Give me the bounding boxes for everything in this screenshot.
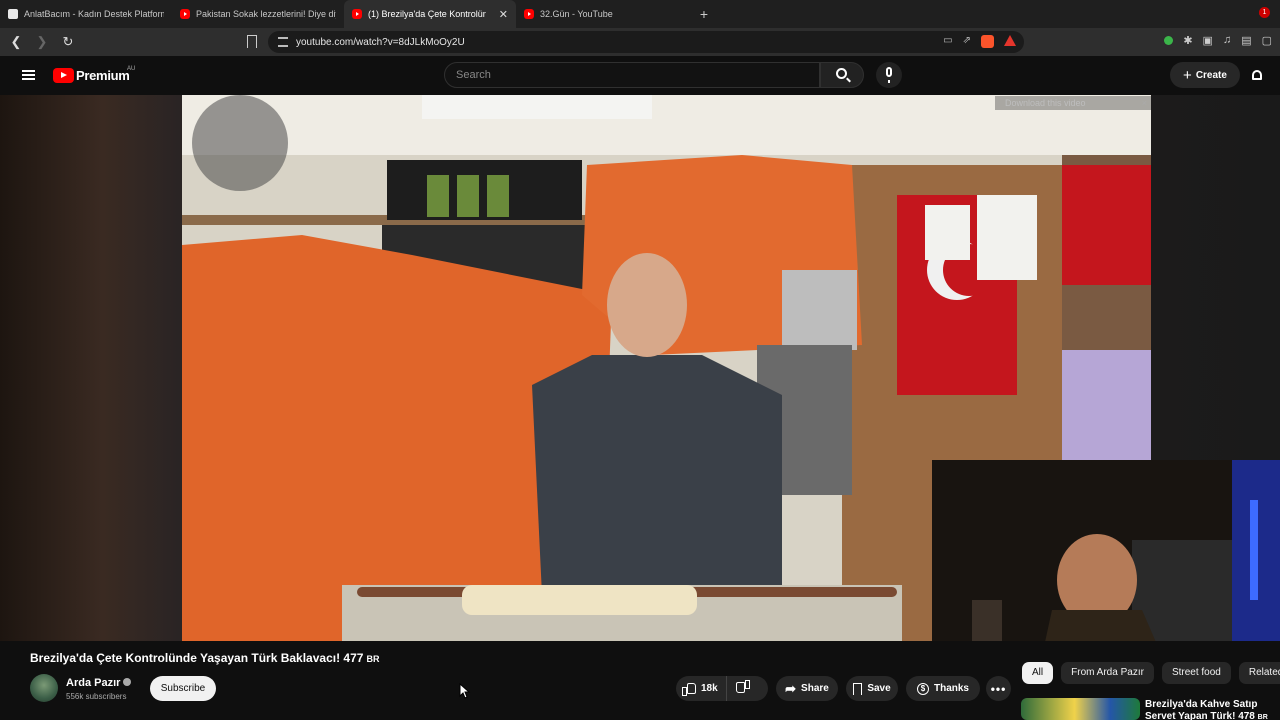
share-page-icon[interactable]: ⇗ (963, 35, 971, 48)
tab-title: Pakistan Sokak lezzetlerini! Diye diye (196, 9, 336, 19)
channel-name[interactable]: Arda Pazır (66, 677, 132, 689)
search-button[interactable] (820, 62, 864, 88)
browser-tab-active[interactable]: (1) Brezilya'da Çete Kontrolünde ✕ (344, 0, 516, 28)
subscribe-button[interactable]: Subscribe (150, 676, 216, 701)
mouse-cursor-icon (459, 683, 471, 699)
close-icon[interactable]: × (1142, 96, 1147, 110)
notifications-bell-icon[interactable] (1250, 68, 1264, 82)
tab-title: 32.Gün - YouTube (540, 9, 613, 19)
webcam-image (932, 460, 1280, 656)
brave-shields-icon[interactable] (981, 35, 994, 48)
address-bar[interactable]: youtube.com/watch?v=8dJLkMoOy2U ▭ ⇗ (268, 31, 1024, 53)
video-title: Brezilya'da Çete Kontrolünde Yaşayan Tür… (30, 651, 379, 665)
related-video-thumbnail[interactable] (1021, 698, 1140, 720)
search-input[interactable]: Search (444, 62, 820, 88)
browser-tab[interactable]: 32.Gün - YouTube (516, 0, 688, 28)
country-badge: BR (1257, 714, 1268, 720)
share-label: Share (801, 683, 829, 694)
sidebar-toggle-icon[interactable]: ▤ (1241, 34, 1251, 47)
video-title-text: Brezilya'da Çete Kontrolünde Yaşayan Tür… (30, 651, 364, 665)
bookmark-icon[interactable] (247, 35, 257, 48)
page-favicon-icon (8, 9, 18, 19)
like-count: 18k (701, 683, 718, 694)
screenshot-icon[interactable]: ▣ (1203, 34, 1213, 47)
reload-icon[interactable]: ↻ (58, 32, 78, 52)
search-icon (836, 68, 847, 79)
browser-tab[interactable]: Pakistan Sokak lezzetlerini! Diye diye (172, 0, 344, 28)
like-dislike-group: 18k (676, 676, 768, 701)
brave-rewards-icon[interactable] (1004, 35, 1016, 46)
browser-toolbar: ❮ ❯ ↻ youtube.com/watch?v=8dJLkMoOy2U ▭ … (0, 28, 1280, 56)
youtube-logo-icon[interactable] (53, 68, 74, 83)
more-actions-button[interactable]: ••• (986, 676, 1011, 701)
save-label: Save (867, 683, 891, 694)
cast-icon[interactable]: ▭ (943, 35, 952, 48)
youtube-favicon-icon (352, 9, 362, 19)
channel-name-text: Arda Pazır (66, 677, 121, 689)
youtube-favicon-icon (524, 9, 534, 19)
region-code: AU (127, 66, 136, 72)
thumbs-down-icon (737, 682, 750, 693)
chip-all[interactable]: All (1022, 662, 1054, 684)
share-arrow-icon: ➦ (785, 680, 797, 696)
thanks-label: Thanks (933, 683, 969, 694)
media-controls-icon[interactable]: ♫ (1223, 34, 1231, 47)
country-badge: BR (366, 654, 380, 664)
chip-related[interactable]: Related (1238, 662, 1280, 684)
thanks-button[interactable]: $ Thanks (906, 676, 980, 701)
thumbs-up-icon (682, 683, 696, 696)
download-video-chip[interactable]: Download this video × (995, 96, 1151, 110)
youtube-brand-text[interactable]: Premium (76, 68, 130, 83)
super-thanks-icon: $ (916, 682, 929, 695)
like-button[interactable]: 18k (676, 676, 727, 701)
share-button[interactable]: ➦ Share (776, 676, 838, 701)
verified-icon (123, 678, 132, 686)
browser-tab-strip: AnlatBacım - Kadın Destek Platformu Paki… (0, 0, 1280, 28)
extension-icon[interactable] (1164, 36, 1174, 45)
dislike-button[interactable] (727, 682, 760, 696)
plus-icon: + (1183, 66, 1192, 84)
site-settings-icon[interactable] (278, 37, 288, 47)
close-tab-icon[interactable]: ✕ (499, 8, 508, 21)
back-arrow-icon[interactable]: ❮ (6, 32, 26, 52)
extensions-area: ✱ ▣ ♫ ▤ ▢ (1164, 34, 1272, 47)
related-video-title[interactable]: Brezilya'da Kahve Satıp Servet Yapan Tür… (1145, 699, 1280, 720)
new-tab-button[interactable]: + (692, 6, 716, 22)
create-button[interactable]: + Create (1170, 62, 1240, 88)
bookmark-save-icon (853, 682, 863, 695)
save-button[interactable]: Save (846, 676, 898, 701)
menu-icon[interactable] (22, 70, 35, 80)
notification-badge: 1 (1259, 7, 1270, 18)
chip-street-food[interactable]: Street food (1161, 662, 1231, 684)
chip-from-channel[interactable]: From Arda Pazır (1061, 662, 1154, 684)
channel-avatar[interactable] (30, 674, 58, 702)
puzzle-extensions-icon[interactable]: ✱ (1183, 34, 1192, 47)
browser-tab[interactable]: AnlatBacım - Kadın Destek Platformu (0, 0, 172, 28)
youtube-favicon-icon (180, 9, 190, 19)
tab-title: AnlatBacım - Kadın Destek Platformu (24, 9, 164, 19)
create-label: Create (1195, 69, 1227, 81)
youtube-masthead: Premium AU Search + Create (0, 56, 1280, 94)
webcam-overlay (932, 460, 1280, 656)
tab-title: (1) Brezilya'da Çete Kontrolünde (368, 9, 486, 19)
wallet-icon[interactable]: ▢ (1262, 34, 1272, 47)
download-chip-label: Download this video (1005, 98, 1086, 108)
url-text: youtube.com/watch?v=8dJLkMoOy2U (296, 36, 465, 48)
forward-arrow-icon[interactable]: ❯ (32, 32, 52, 52)
subscriber-count: 556k subscribers (66, 692, 127, 701)
voice-search-button[interactable] (876, 62, 902, 88)
related-filter-chips: All From Arda Pazır Street food Related (1022, 662, 1280, 684)
related-title-text: Brezilya'da Kahve Satıp Servet Yapan Tür… (1145, 699, 1258, 720)
microphone-icon (886, 67, 892, 83)
